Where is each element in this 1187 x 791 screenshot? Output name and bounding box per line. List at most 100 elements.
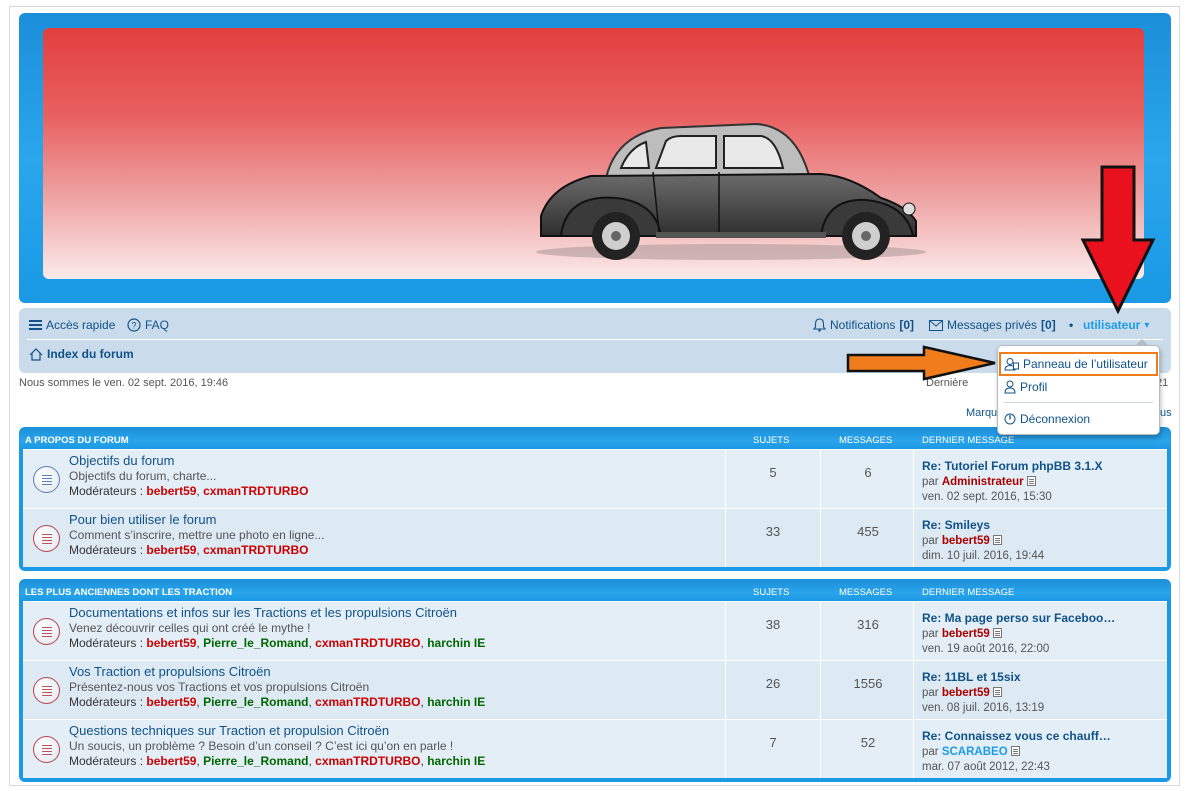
- moderator-link[interactable]: Pierre_le_Romand: [203, 636, 308, 650]
- moderators-label: Modérateurs :: [69, 543, 144, 557]
- forum-description: Présentez-nous vos Tractions et vos prop…: [69, 680, 370, 694]
- forum-title-link[interactable]: Pour bien utiliser le forum: [69, 512, 216, 527]
- moderator-link[interactable]: bebert59: [146, 636, 196, 650]
- forum-row: Documentations et infos sur les Traction…: [23, 601, 1167, 660]
- red-arrow-annotation: [1080, 165, 1156, 315]
- logout-link[interactable]: Déconnexion: [1004, 412, 1090, 426]
- last-post-title-link[interactable]: Re: Smileys: [922, 518, 990, 532]
- forum-status-icon: [33, 525, 60, 552]
- forum-row: Questions techniques sur Traction et pro…: [23, 719, 1167, 778]
- moderators-label: Modérateurs :: [69, 484, 144, 498]
- forum-title-link[interactable]: Questions techniques sur Traction et pro…: [69, 723, 389, 738]
- forum-description: Objectifs du forum, charte...: [69, 469, 217, 483]
- last-post-by-label: par: [922, 687, 939, 699]
- posts-count: 316: [857, 617, 879, 632]
- moderator-link[interactable]: harchin IE: [427, 695, 485, 709]
- user-menu-toggle[interactable]: utilisateur ▾: [1083, 318, 1149, 332]
- quick-access-label: Accès rapide: [46, 318, 116, 332]
- forum-row: Objectifs du forum Objectifs du forum, c…: [23, 449, 1167, 508]
- last-post-author-link[interactable]: SCARABEO: [942, 746, 1008, 758]
- breadcrumb-home[interactable]: Index du forum: [29, 347, 134, 361]
- last-post-title-link[interactable]: Re: 11BL et 15six: [922, 670, 1021, 684]
- private-messages-label: Messages privés: [947, 318, 1038, 332]
- moderator-link[interactable]: bebert59: [146, 543, 196, 557]
- user-dropdown-menu: Panneau de l’utilisateur Profil Déconnex…: [997, 339, 1160, 435]
- moderator-link[interactable]: cxmanTRDTURBO: [315, 695, 420, 709]
- forum-title-link[interactable]: Objectifs du forum: [69, 453, 175, 468]
- moderator-link[interactable]: harchin IE: [427, 754, 485, 768]
- dropdown-separator: [1004, 402, 1153, 403]
- last-post-title-link[interactable]: Re: Connaissez vous ce chauff…: [922, 729, 1111, 743]
- category-header: A PROPOS DU FORUM SUJETS MESSAGES DERNIER M…: [23, 427, 1167, 449]
- last-post-title-link[interactable]: Re: Ma page perso sur Faceboo…: [922, 611, 1115, 625]
- last-post-date: ven. 02 sept. 2016, 15:30: [922, 491, 1052, 503]
- last-post-author-link[interactable]: bebert59: [942, 535, 990, 547]
- forum-title-link[interactable]: Documentations et infos sur les Traction…: [69, 605, 457, 620]
- notifications-count: [0]: [899, 318, 915, 332]
- profile-link[interactable]: Profil: [1004, 380, 1047, 394]
- view-last-post-icon[interactable]: [992, 628, 1002, 638]
- last-post-by-label: par: [922, 628, 939, 640]
- forum-moderators: Modérateurs : bebert59, Pierre_le_Romand…: [69, 695, 485, 709]
- navbar-divider: [27, 339, 1163, 340]
- svg-text:?: ?: [131, 321, 136, 331]
- orange-arrow-annotation: [846, 345, 996, 381]
- forum-moderators: Modérateurs : bebert59, cxmanTRDTURBO: [69, 484, 308, 498]
- category-title[interactable]: A PROPOS DU FORUM: [25, 435, 129, 446]
- category-header: LES PLUS ANCIENNES DONT LES TRACTION SUJE…: [23, 579, 1167, 601]
- last-post-info: Re: Connaissez vous ce chauff… par SCARA…: [922, 729, 1111, 775]
- profile-label: Profil: [1020, 380, 1048, 394]
- last-post-author-link[interactable]: Administrateur: [942, 476, 1024, 488]
- last-post-author-link[interactable]: bebert59: [942, 687, 990, 699]
- view-last-post-icon[interactable]: [1026, 476, 1036, 486]
- last-post-date: mar. 07 août 2012, 22:43: [922, 761, 1050, 773]
- last-post-info: Re: 11BL et 15six par bebert59 ven. 08 j…: [922, 670, 1044, 716]
- forum-description: Venez découvrir celles qui ont créé le m…: [69, 621, 311, 635]
- last-post-author-link[interactable]: bebert59: [942, 628, 990, 640]
- view-last-post-icon[interactable]: [1010, 746, 1020, 756]
- nav-separator: •: [1069, 318, 1074, 332]
- forum-moderators: Modérateurs : bebert59, cxmanTRDTURBO: [69, 543, 308, 557]
- envelope-icon: [929, 319, 943, 331]
- forum-category: LES PLUS ANCIENNES DONT LES TRACTION SUJE…: [19, 579, 1171, 782]
- forum-title-link[interactable]: Vos Traction et propulsions Citroën: [69, 664, 271, 679]
- mark-forums-read-link[interactable]: Marqu: [966, 407, 998, 419]
- view-last-post-icon[interactable]: [992, 687, 1002, 697]
- last-post-info: Re: Tutoriel Forum phpBB 3.1.X par Admin…: [922, 459, 1102, 505]
- last-post-info: Re: Smileys par bebert59 dim. 10 juil. 2…: [922, 518, 1044, 564]
- car-logo-image: [536, 122, 926, 260]
- moderator-link[interactable]: bebert59: [146, 695, 196, 709]
- forum-row: Pour bien utiliser le forum Comment s’in…: [23, 508, 1167, 567]
- view-last-post-icon[interactable]: [992, 535, 1002, 545]
- notifications-button[interactable]: Notifications [0]: [813, 318, 914, 332]
- header-banner[interactable]: [43, 28, 1144, 279]
- user-control-panel-label: Panneau de l’utilisateur: [1023, 357, 1148, 371]
- moderator-link[interactable]: bebert59: [146, 484, 196, 498]
- moderator-link[interactable]: cxmanTRDTURBO: [315, 754, 420, 768]
- user-icon: [1004, 380, 1016, 394]
- category-title[interactable]: LES PLUS ANCIENNES DONT LES TRACTION: [25, 587, 232, 598]
- user-panel-icon: [1004, 358, 1019, 371]
- user-control-panel-link[interactable]: Panneau de l’utilisateur: [999, 352, 1158, 376]
- last-post-by-label: par: [922, 535, 939, 547]
- topics-count: 26: [765, 676, 781, 691]
- last-post-date: ven. 08 juil. 2016, 13:19: [922, 702, 1045, 714]
- posts-count: 6: [864, 465, 872, 480]
- last-post-title-link[interactable]: Re: Tutoriel Forum phpBB 3.1.X: [922, 459, 1102, 473]
- moderator-link[interactable]: cxmanTRDTURBO: [203, 543, 308, 557]
- moderator-link[interactable]: Pierre_le_Romand: [203, 754, 308, 768]
- quick-access-button[interactable]: Accès rapide: [29, 318, 115, 332]
- home-icon: [29, 347, 43, 361]
- last-post-date: ven. 19 août 2016, 22:00: [922, 643, 1050, 655]
- moderator-link[interactable]: bebert59: [146, 754, 196, 768]
- mark-forums-read-link-end[interactable]: us: [1160, 407, 1172, 419]
- moderators-label: Modérateurs :: [69, 754, 144, 768]
- faq-link[interactable]: ? FAQ: [127, 318, 169, 332]
- private-messages-link[interactable]: Messages privés [0]: [929, 318, 1056, 332]
- moderator-link[interactable]: cxmanTRDTURBO: [315, 636, 420, 650]
- moderator-link[interactable]: harchin IE: [427, 636, 485, 650]
- posts-count: 1556: [853, 676, 883, 691]
- moderator-link[interactable]: Pierre_le_Romand: [203, 695, 308, 709]
- moderator-link[interactable]: cxmanTRDTURBO: [203, 484, 308, 498]
- col-header-posts: MESSAGES: [839, 435, 893, 446]
